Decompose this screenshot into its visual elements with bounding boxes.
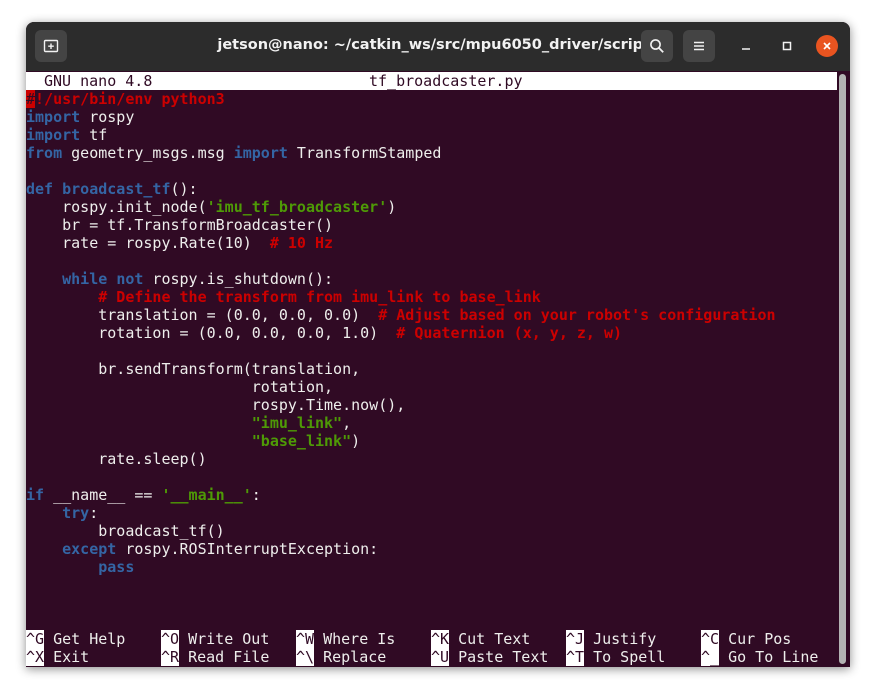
shortcut-item: ^K Cut Text xyxy=(431,630,530,648)
shortcut-item: ^C Cur Pos xyxy=(701,630,791,648)
shortcut-item: ^O Write Out xyxy=(161,630,269,648)
shortcut-item: ^T To Spell xyxy=(566,648,665,666)
close-icon xyxy=(823,42,831,50)
shortcut-item: ^\ Replace xyxy=(296,648,386,666)
new-tab-icon xyxy=(43,39,59,53)
code-line: broadcast_tf() xyxy=(26,522,225,540)
code-line: try: xyxy=(62,504,99,522)
title-bar[interactable]: jetson@nano: ~/catkin_ws/src/mpu6050_dri… xyxy=(26,22,850,71)
code-line: br = tf.TransformBroadcaster() xyxy=(26,216,334,234)
code-line: #!/usr/bin/env python3 xyxy=(26,90,225,108)
shortcut-label: Where Is xyxy=(314,630,396,648)
nano-version: GNU nano 4.8 xyxy=(44,72,153,90)
new-tab-button[interactable] xyxy=(35,30,67,62)
shortcut-key: ^_ xyxy=(701,648,720,666)
shortcut-key: ^\ xyxy=(296,648,315,666)
shortcut-key: ^C xyxy=(701,630,720,648)
code-line: rospy.Time.now(), xyxy=(26,396,406,414)
code-line: rotation, xyxy=(26,378,334,396)
shortcut-label: Cut Text xyxy=(449,630,531,648)
shortcut-item: ^_ Go To Line xyxy=(701,648,818,666)
code-line: while not rospy.is_shutdown(): xyxy=(62,270,334,288)
file-name: tf_broadcaster.py xyxy=(369,72,523,90)
code-line: # Define the transform from imu_link to … xyxy=(98,288,541,306)
shortcut-label: Get Help xyxy=(44,630,126,648)
shortcut-bar: ^G Get Help ^X Exit ^O Write Out ^R Read Fi… xyxy=(26,630,837,666)
code-line: except rospy.ROSInterruptException: xyxy=(62,540,379,558)
shortcut-item: ^R Read File xyxy=(161,648,269,666)
shortcut-label: Read File xyxy=(179,648,270,666)
minimize-icon xyxy=(742,48,750,50)
shortcut-key: ^W xyxy=(296,630,315,648)
shortcut-label: Write Out xyxy=(179,630,270,648)
shortcut-key: ^X xyxy=(26,648,45,666)
shortcut-item: ^J Justify xyxy=(566,630,656,648)
shortcut-key: ^G xyxy=(26,630,45,648)
shortcut-label: Paste Text xyxy=(449,648,549,666)
search-button[interactable] xyxy=(641,30,673,62)
code-line: rate = rospy.Rate(10) # 10 Hz xyxy=(26,234,334,252)
shortcut-item: ^W Where Is xyxy=(296,630,395,648)
code-line: def broadcast_tf(): xyxy=(26,180,198,198)
code-line: rotation = (0.0, 0.0, 0.0, 1.0) # Quater… xyxy=(26,324,623,342)
code-line: if __name__ == '__main__': xyxy=(26,486,261,504)
code-line: translation = (0.0, 0.0, 0.0) # Adjust b… xyxy=(26,306,776,324)
maximize-icon xyxy=(782,41,792,51)
shortcut-label: Cur Pos xyxy=(719,630,792,648)
shortcut-key: ^U xyxy=(431,648,450,666)
menu-button[interactable] xyxy=(683,30,715,62)
code-line: br.sendTransform(translation, xyxy=(26,360,361,378)
shortcut-item: ^U Paste Text xyxy=(431,648,548,666)
window-title: jetson@nano: ~/catkin_ws/src/mpu6050_dri… xyxy=(217,37,659,53)
code-line: pass xyxy=(98,558,135,576)
code-line: "base_link") xyxy=(251,432,361,450)
code-line: "imu_link", xyxy=(251,414,352,432)
shortcut-key: ^J xyxy=(566,630,585,648)
maximize-button[interactable] xyxy=(776,35,798,57)
shortcut-key: ^O xyxy=(161,630,180,648)
shortcut-key: ^K xyxy=(431,630,450,648)
code-line: import rospy xyxy=(26,108,135,126)
shortcut-label: Replace xyxy=(314,648,387,666)
code-line: rate.sleep() xyxy=(26,450,207,468)
shortcut-item: ^G Get Help xyxy=(26,630,125,648)
shortcut-item: ^X Exit xyxy=(26,648,89,666)
nano-status-bar: GNU nano 4.8 tf_broadcaster.py xyxy=(26,72,837,90)
shortcut-key: ^R xyxy=(161,648,180,666)
minimize-button[interactable] xyxy=(735,35,757,57)
scrollbar[interactable] xyxy=(839,74,846,664)
search-icon xyxy=(650,39,664,53)
shortcut-key: ^T xyxy=(566,648,585,666)
shortcut-label: Exit xyxy=(44,648,90,666)
hamburger-menu-icon xyxy=(694,41,704,51)
code-line: from geometry_msgs.msg import TransformS… xyxy=(26,144,442,162)
shortcut-label: Justify xyxy=(584,630,657,648)
terminal-window: jetson@nano: ~/catkin_ws/src/mpu6050_dri… xyxy=(26,22,850,667)
code-line: rospy.init_node('imu_tf_broadcaster') xyxy=(26,198,397,216)
terminal-area[interactable]: GNU nano 4.8 tf_broadcaster.py #!/usr/bin… xyxy=(26,71,837,667)
close-button[interactable] xyxy=(816,35,838,57)
code-line: import tf xyxy=(26,126,108,144)
shortcut-label: To Spell xyxy=(584,648,666,666)
shortcut-label: Go To Line xyxy=(719,648,819,666)
